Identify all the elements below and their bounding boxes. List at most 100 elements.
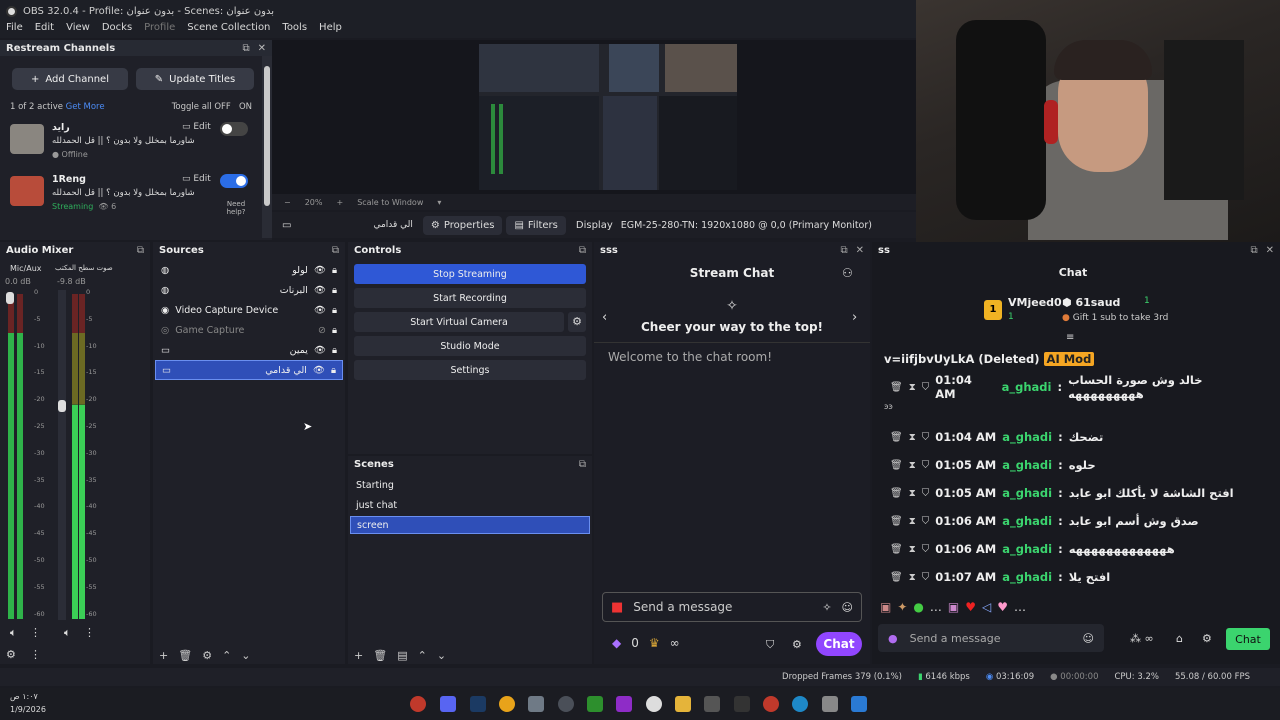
close-icon[interactable]: ✕ [1266, 245, 1274, 256]
move-up-icon[interactable]: ⌃ [418, 649, 427, 662]
start-virtual-camera-button[interactable]: Start Virtual Camera [354, 312, 564, 332]
kick-message-input[interactable]: ● Send a message ☺ [878, 624, 1104, 652]
emote-icon[interactable]: ▣ [948, 600, 959, 614]
studio-mode-button[interactable]: Studio Mode [354, 336, 586, 356]
properties-button[interactable]: ⚙ Properties [422, 215, 503, 235]
channel-toggle[interactable] [220, 122, 248, 136]
steam-taskbar-icon[interactable] [470, 696, 486, 712]
windows-start-icon[interactable] [851, 696, 867, 712]
virtual-camera-settings-icon[interactable]: ⚙ [568, 312, 586, 332]
filters-button[interactable]: ▤ Filters [506, 215, 566, 235]
menu-edit[interactable]: Edit [35, 22, 54, 38]
emote-icon[interactable]: ● [913, 600, 923, 614]
remove-scene-icon[interactable]: 🗑︎ [373, 649, 387, 662]
points-icon[interactable]: ⁂ ∞ [1130, 632, 1154, 645]
speaker-icon[interactable]: 🔈︎ [64, 626, 71, 640]
float-icon[interactable]: ⧉ [1250, 245, 1257, 256]
source-item[interactable]: ◉ Video Capture Device 👁︎ 🔒︎ [155, 300, 343, 320]
search-taskbar-icon[interactable] [646, 696, 662, 712]
menu-scene-collection[interactable]: Scene Collection [187, 22, 270, 38]
chat-button[interactable]: Chat [816, 632, 862, 656]
scale-select[interactable]: Scale to Window [357, 198, 423, 207]
heart-icon[interactable]: ♥ [965, 600, 976, 614]
remove-source-icon[interactable]: 🗑︎ [178, 649, 192, 662]
edge-taskbar-icon[interactable] [792, 696, 808, 712]
app-taskbar-icon[interactable] [763, 696, 779, 712]
float-icon[interactable]: ⧉ [332, 245, 339, 256]
close-icon[interactable]: ✕ [856, 245, 864, 256]
discord-taskbar-icon[interactable] [440, 696, 456, 712]
toggle-all-off[interactable]: Toggle all OFF [172, 102, 231, 112]
app-taskbar-icon[interactable] [558, 696, 574, 712]
more-icon[interactable]: ⋮ [30, 648, 41, 661]
source-item[interactable]: ▭ الي قدامي 👁︎ 🔒︎ [155, 360, 343, 380]
slider-handle[interactable] [6, 292, 14, 304]
need-help-button[interactable]: Need help? [222, 200, 250, 216]
volume-slider[interactable] [58, 290, 66, 620]
source-item[interactable]: ◎ Game Capture ⊘ 🔒︎ [155, 320, 343, 340]
float-icon[interactable]: ⧉ [579, 459, 586, 470]
volume-slider[interactable] [6, 290, 14, 620]
source-item[interactable]: ▭ يمين 👁︎ 🔒︎ [155, 340, 343, 360]
update-titles-button[interactable]: ✎ Update Titles [136, 68, 254, 90]
scene-item[interactable]: just chat [350, 496, 590, 514]
app-taskbar-icon[interactable] [734, 696, 750, 712]
store-icon[interactable]: ⌂ [1176, 632, 1183, 645]
settings-button[interactable]: Settings [354, 360, 586, 380]
get-more-link[interactable]: Get More [66, 102, 105, 112]
speaker-icon[interactable]: 🔈︎ [10, 626, 17, 640]
more-icon[interactable]: ⋮ [84, 626, 95, 639]
app-taskbar-icon[interactable] [704, 696, 720, 712]
next-taskbar-icon[interactable] [616, 696, 632, 712]
more-icon[interactable]: ⋮ [30, 626, 41, 639]
menu-help[interactable]: Help [319, 22, 342, 38]
mixer-settings-icon[interactable]: ⚙ [6, 648, 16, 661]
chrome-taskbar-icon[interactable] [499, 696, 515, 712]
scene-filter-icon[interactable]: ▤ [397, 649, 407, 662]
float-icon[interactable]: ⧉ [840, 245, 847, 256]
settings-icon[interactable]: ⚙ [792, 638, 802, 651]
float-icon[interactable]: ⧉ [137, 245, 144, 256]
scene-item[interactable]: screen [350, 516, 590, 534]
restream-scrollbar[interactable] [262, 56, 272, 238]
channel-edit[interactable]: ▭ Edit [182, 174, 211, 184]
menu-view[interactable]: View [66, 22, 90, 38]
menu-file[interactable]: File [6, 22, 23, 38]
preview-area[interactable] [272, 40, 916, 194]
move-down-icon[interactable]: ⌄ [437, 649, 446, 662]
menu-docks[interactable]: Docks [102, 22, 132, 38]
toggle-all-on[interactable]: ON [239, 102, 252, 112]
heart-icon[interactable]: ♥ [997, 600, 1008, 614]
stop-streaming-button[interactable]: Stop Streaming [354, 264, 586, 284]
float-icon[interactable]: ⧉ [579, 245, 586, 256]
start-recording-button[interactable]: Start Recording [354, 288, 586, 308]
source-item[interactable]: ◍ لولو 👁︎ 🔒︎ [155, 260, 343, 280]
chevron-down-icon[interactable]: ▾ [437, 198, 441, 207]
channel-edit[interactable]: ▭ Edit [182, 122, 211, 132]
display-select[interactable]: EGM-25-280-TN: 1920x1080 @ 0,0 (Primary … [621, 220, 872, 231]
move-down-icon[interactable]: ⌄ [241, 649, 250, 662]
float-icon[interactable]: ⧉ [242, 43, 249, 54]
close-icon[interactable]: ✕ [258, 43, 266, 54]
zoom-out-icon[interactable]: − [284, 198, 291, 207]
emote-icon[interactable]: … [930, 600, 942, 614]
add-channel-button[interactable]: + Add Channel [12, 68, 128, 90]
add-scene-icon[interactable]: + [354, 649, 363, 662]
menu-tools[interactable]: Tools [282, 22, 307, 38]
chevron-right-icon[interactable]: › [852, 310, 857, 325]
pin-icon[interactable]: ≡ [1066, 332, 1074, 343]
add-source-icon[interactable]: + [159, 649, 168, 662]
source-item[interactable]: ◍ البرنات 👁︎ 🔒︎ [155, 280, 343, 300]
folder-taskbar-icon[interactable] [675, 696, 691, 712]
zoom-in-icon[interactable]: + [336, 198, 343, 207]
emote-icon[interactable]: ▣ [880, 600, 891, 614]
slider-handle[interactable] [58, 400, 66, 412]
menu-profile[interactable]: Profile [144, 22, 175, 38]
emote-icon[interactable]: … [1014, 600, 1026, 614]
emote-icon[interactable]: ◁ [982, 600, 991, 614]
settings-icon[interactable]: ⚙ [1202, 632, 1212, 645]
message-input[interactable]: ■ Send a message ✧ ☺ [602, 592, 862, 622]
kick-chat-button[interactable]: Chat [1226, 628, 1270, 650]
shield-icon[interactable]: ⛉ [766, 638, 774, 652]
xbox-taskbar-icon[interactable] [587, 696, 603, 712]
